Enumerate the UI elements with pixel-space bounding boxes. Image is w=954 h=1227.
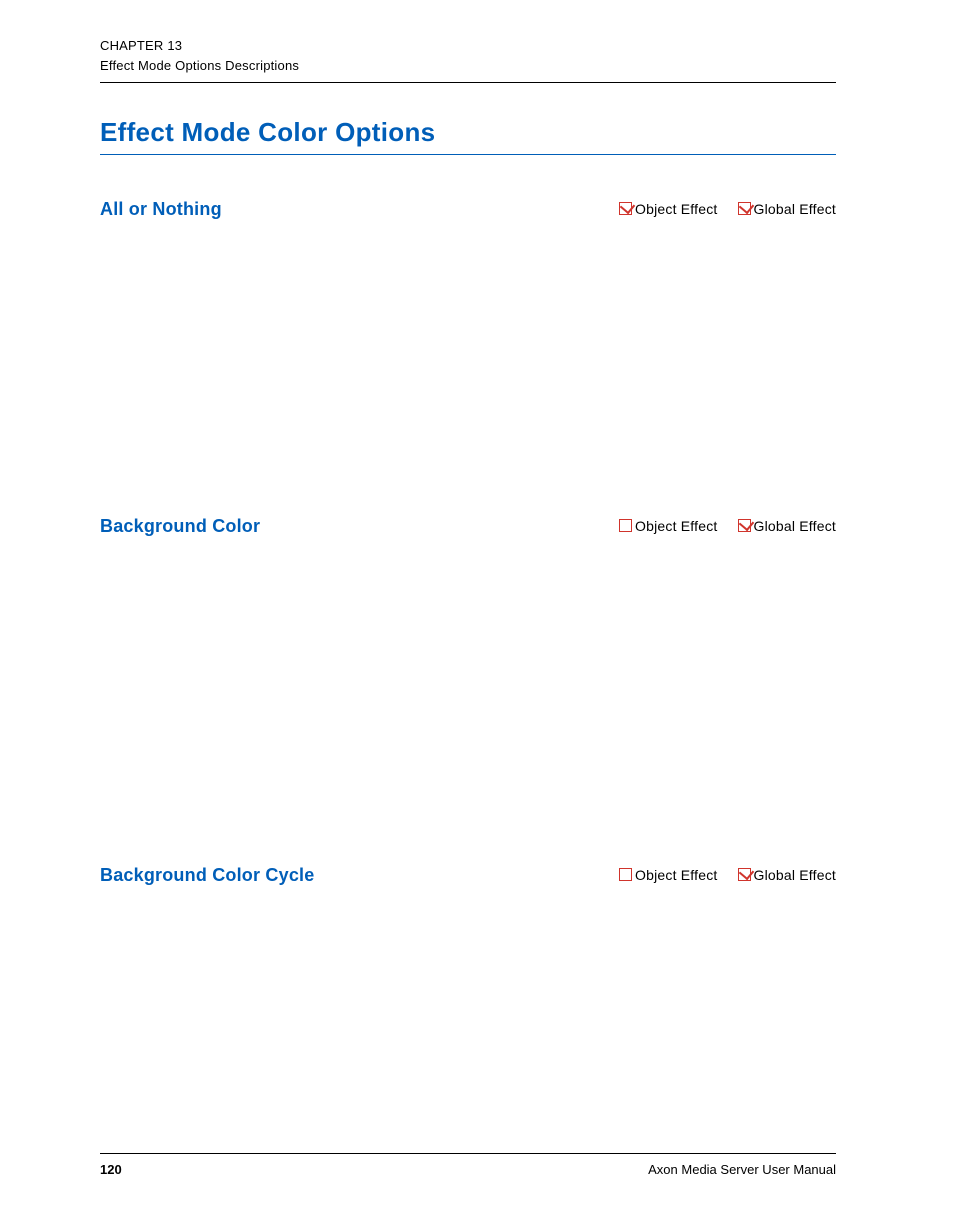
footer-row: 120 Axon Media Server User Manual <box>100 1162 836 1177</box>
flag-label: Object Effect <box>635 518 718 534</box>
object-effect-flag: Object Effect <box>619 867 718 883</box>
effect-flags: Object Effect Global Effect <box>619 201 836 217</box>
spacer <box>100 537 836 825</box>
subsection-title: Background Color Cycle <box>100 865 314 886</box>
effect-flags: Object Effect Global Effect <box>619 518 836 534</box>
chapter-subtitle: Effect Mode Options Descriptions <box>100 56 836 76</box>
checkbox-icon <box>738 202 751 215</box>
global-effect-flag: Global Effect <box>738 518 837 534</box>
subsection-all-or-nothing: All or Nothing Object Effect Global Effe… <box>100 199 836 220</box>
flag-label: Global Effect <box>754 867 837 883</box>
effect-flags: Object Effect Global Effect <box>619 867 836 883</box>
page-body: CHAPTER 13 Effect Mode Options Descripti… <box>100 36 836 1177</box>
running-head: CHAPTER 13 Effect Mode Options Descripti… <box>100 36 836 76</box>
checkbox-icon <box>619 202 632 215</box>
checkbox-icon <box>619 519 632 532</box>
subsection-background-color-cycle: Background Color Cycle Object Effect Glo… <box>100 865 836 886</box>
object-effect-flag: Object Effect <box>619 201 718 217</box>
subsection-title: All or Nothing <box>100 199 222 220</box>
footer-rule <box>100 1153 836 1154</box>
flag-label: Global Effect <box>754 518 837 534</box>
spacer <box>100 220 836 476</box>
flag-label: Object Effect <box>635 201 718 217</box>
header-rule <box>100 82 836 83</box>
global-effect-flag: Global Effect <box>738 867 837 883</box>
checkbox-icon <box>619 868 632 881</box>
page-number: 120 <box>100 1162 122 1177</box>
flag-label: Object Effect <box>635 867 718 883</box>
object-effect-flag: Object Effect <box>619 518 718 534</box>
manual-name: Axon Media Server User Manual <box>648 1162 836 1177</box>
flag-label: Global Effect <box>754 201 837 217</box>
chapter-line: CHAPTER 13 <box>100 36 836 56</box>
section-title: Effect Mode Color Options <box>100 117 836 148</box>
global-effect-flag: Global Effect <box>738 201 837 217</box>
subsection-background-color: Background Color Object Effect Global Ef… <box>100 516 836 537</box>
section-title-underline <box>100 154 836 155</box>
page-footer: 120 Axon Media Server User Manual <box>100 1153 836 1177</box>
checkbox-icon <box>738 519 751 532</box>
checkbox-icon <box>738 868 751 881</box>
subsection-title: Background Color <box>100 516 260 537</box>
